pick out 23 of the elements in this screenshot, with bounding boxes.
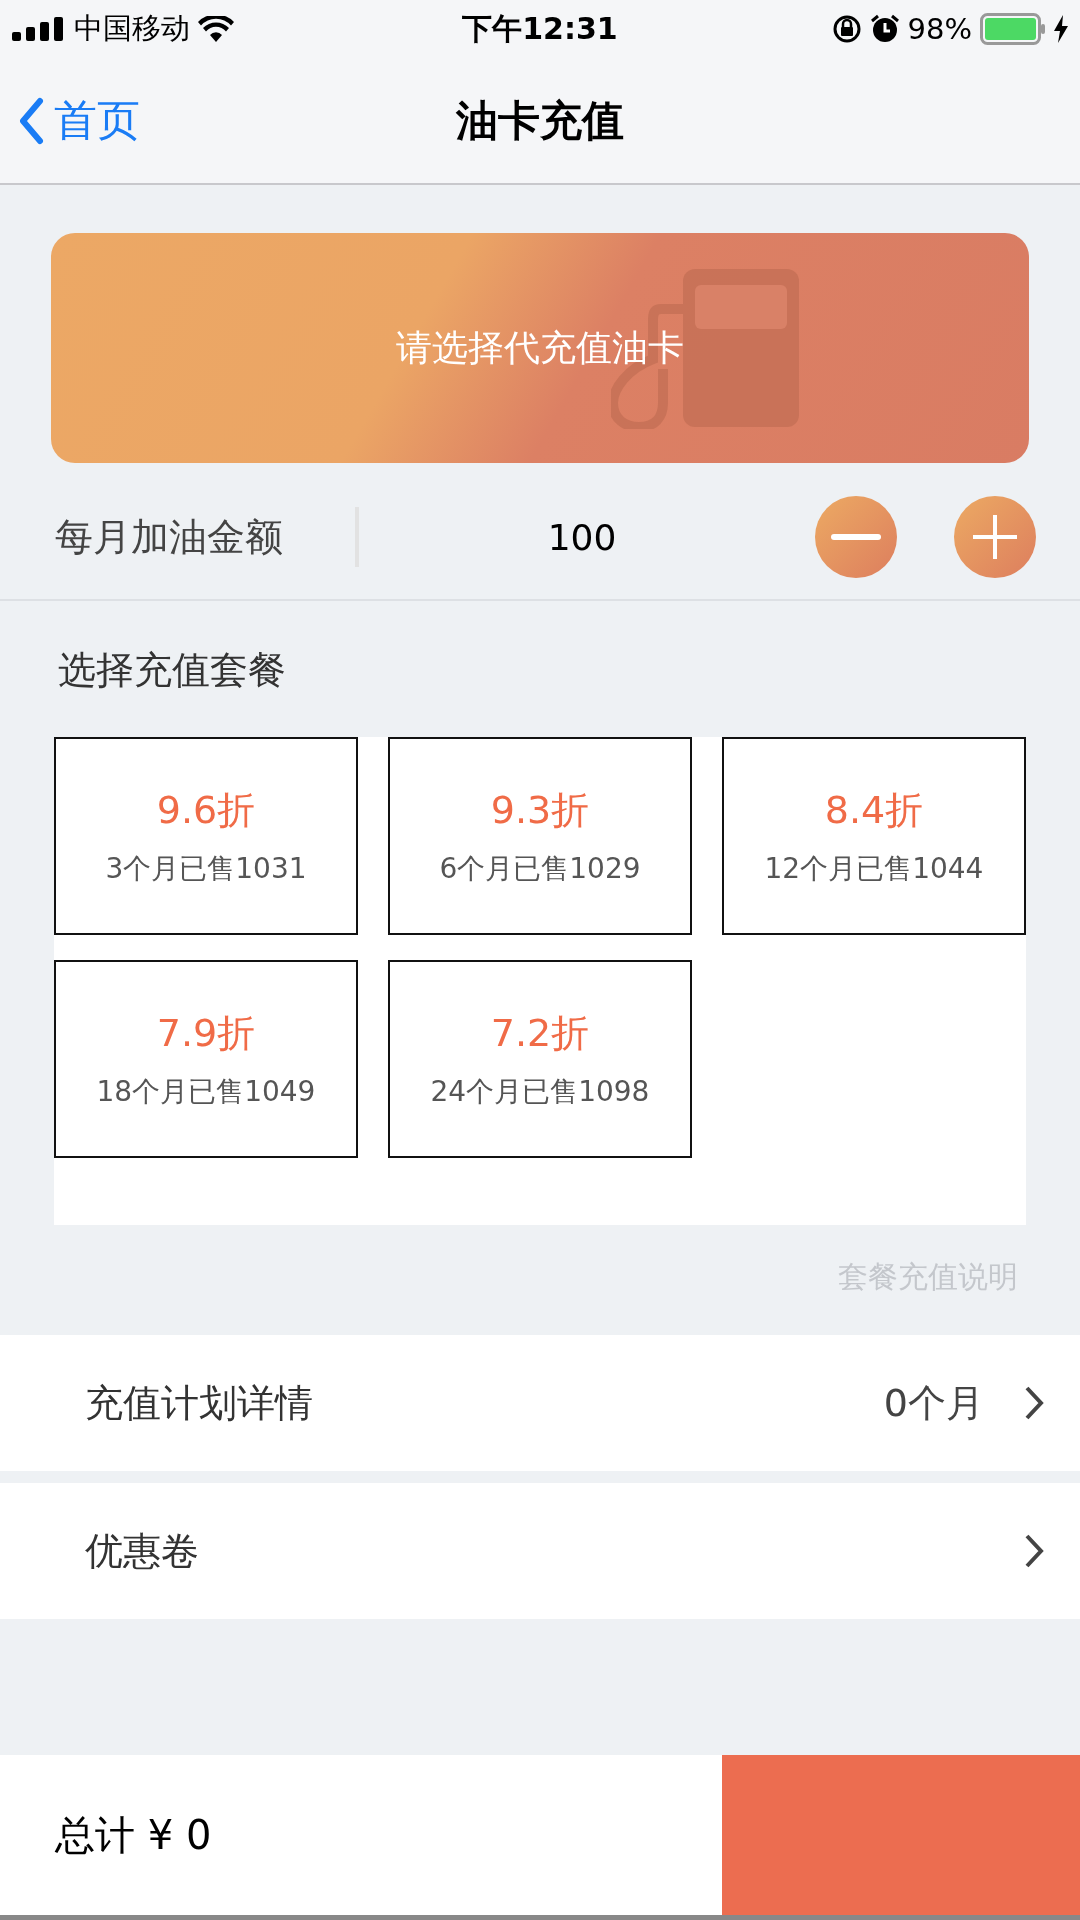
chevron-icon [1024, 1385, 1044, 1421]
carrier-name: 中国移动 [74, 10, 190, 47]
back-button[interactable]: 首页 [18, 91, 140, 150]
battery-icon [980, 13, 1046, 45]
chevron-icon [1024, 1533, 1044, 1569]
signal-icon [12, 17, 66, 41]
amount-label: 每月加油金额 [55, 513, 284, 561]
rotation-lock-icon [831, 14, 862, 44]
package-option[interactable]: 9.3折 6个月已售1029 [388, 737, 692, 935]
total-amount: 总计 ¥ 0 [55, 1810, 212, 1860]
page-title: 油卡充值 [456, 94, 624, 147]
amount-value: 100 [546, 516, 618, 558]
package-option[interactable]: 7.9折 18个月已售1049 [54, 960, 358, 1158]
wifi-icon [198, 16, 234, 42]
alarm-icon [869, 14, 900, 44]
battery-percent: 98% [907, 12, 972, 46]
back-chevron-icon [18, 96, 44, 145]
charging-icon [1054, 15, 1068, 43]
package-option[interactable]: 9.6折 3个月已售1031 [54, 737, 358, 935]
clock-time: 下午12:31 [462, 9, 618, 48]
package-option[interactable]: 7.2折 24个月已售1098 [388, 960, 692, 1158]
package-option[interactable]: 8.4折 12个月已售1044 [722, 737, 1026, 935]
section-title: 选择充值套餐 [57, 647, 287, 694]
